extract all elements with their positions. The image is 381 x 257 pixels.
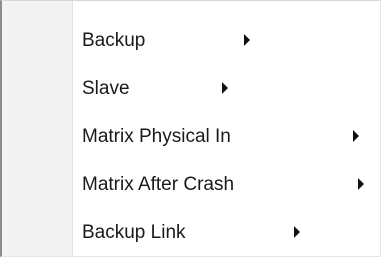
context-menu: Backup Slave Matrix Physical In Matrix A… [0,0,381,257]
menu-item-matrix-after-crash[interactable]: Matrix After Crash [4,161,380,209]
chevron-right-icon [222,82,228,94]
menu-item-backup[interactable]: Backup [4,17,380,65]
menu-item-label: Backup Link [82,222,186,243]
menu-item-label: Slave [82,78,130,99]
menu-item-matrix-physical-in[interactable]: Matrix Physical In [4,113,380,161]
menu-item-backup-link[interactable]: Backup Link [4,209,380,257]
menu-item-label: Matrix Physical In [82,126,231,147]
menu-item-slave[interactable]: Slave [4,65,380,113]
chevron-right-icon [353,130,359,142]
menu-item-label: Matrix After Crash [82,174,235,195]
chevron-right-icon [358,178,364,190]
chevron-right-icon [244,34,250,46]
menu-item-label: Backup [82,30,146,51]
chevron-right-icon [294,226,300,238]
